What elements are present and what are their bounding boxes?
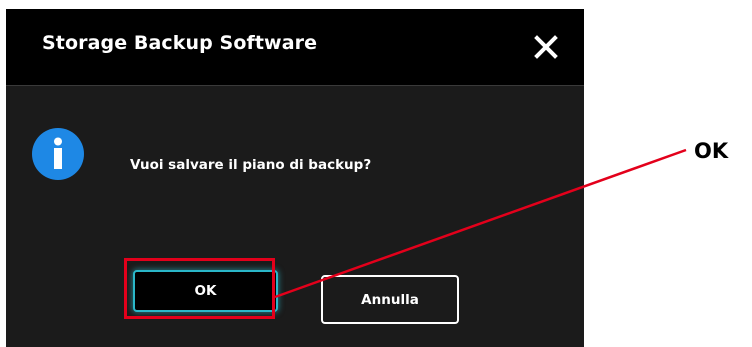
ok-button[interactable]: OK bbox=[133, 270, 278, 312]
dialog-title: Storage Backup Software bbox=[42, 32, 318, 54]
info-icon bbox=[32, 128, 84, 180]
cancel-button-label: Annulla bbox=[361, 291, 419, 308]
cancel-button[interactable]: Annulla bbox=[321, 275, 459, 324]
close-button[interactable] bbox=[530, 31, 562, 63]
dialog-message: Vuoi salvare il piano di backup? bbox=[130, 157, 372, 173]
close-icon bbox=[534, 35, 558, 59]
confirm-dialog: Storage Backup Software Vuoi salvare il … bbox=[6, 9, 584, 347]
dialog-titlebar: Storage Backup Software bbox=[6, 9, 584, 86]
screenshot-stage: Storage Backup Software Vuoi salvare il … bbox=[0, 0, 752, 347]
ok-button-label: OK bbox=[194, 283, 217, 299]
callout-label: OK bbox=[694, 139, 729, 163]
